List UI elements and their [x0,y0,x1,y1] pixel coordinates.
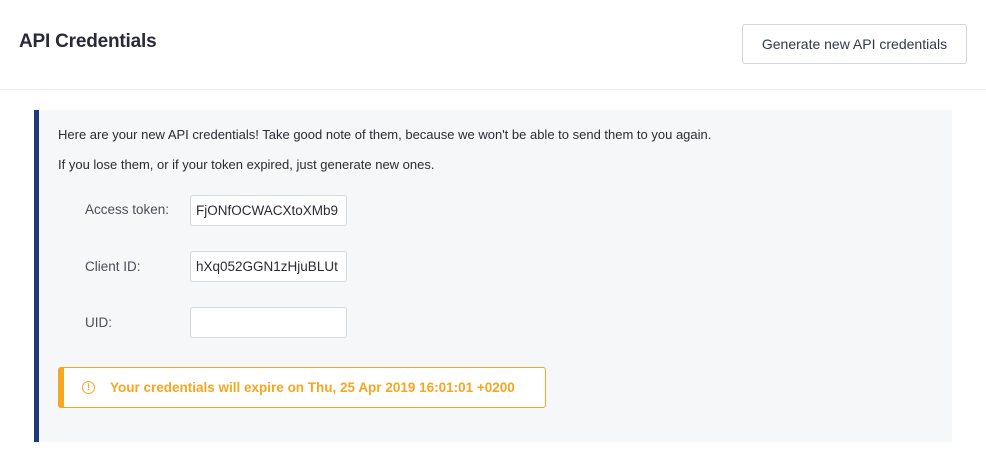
notice-line-2: If you lose them, or if your token expir… [58,157,435,172]
page-header: API Credentials Generate new API credent… [0,0,986,90]
credentials-panel: Here are your new API credentials! Take … [34,110,952,442]
page-title: API Credentials [19,31,157,52]
client-id-label: Client ID: [85,259,141,274]
uid-input[interactable] [190,307,347,338]
expiry-warning: ! Your credentials will expire on Thu, 2… [58,367,546,408]
uid-label: UID: [85,315,112,330]
access-token-input[interactable] [190,195,347,226]
notice-line-1: Here are your new API credentials! Take … [58,127,712,142]
generate-credentials-button[interactable]: Generate new API credentials [742,24,967,64]
expiry-warning-text: Your credentials will expire on Thu, 25 … [110,380,515,395]
exclamation-circle-icon: ! [82,381,95,394]
client-id-input[interactable] [190,251,347,282]
access-token-label: Access token: [85,202,170,217]
